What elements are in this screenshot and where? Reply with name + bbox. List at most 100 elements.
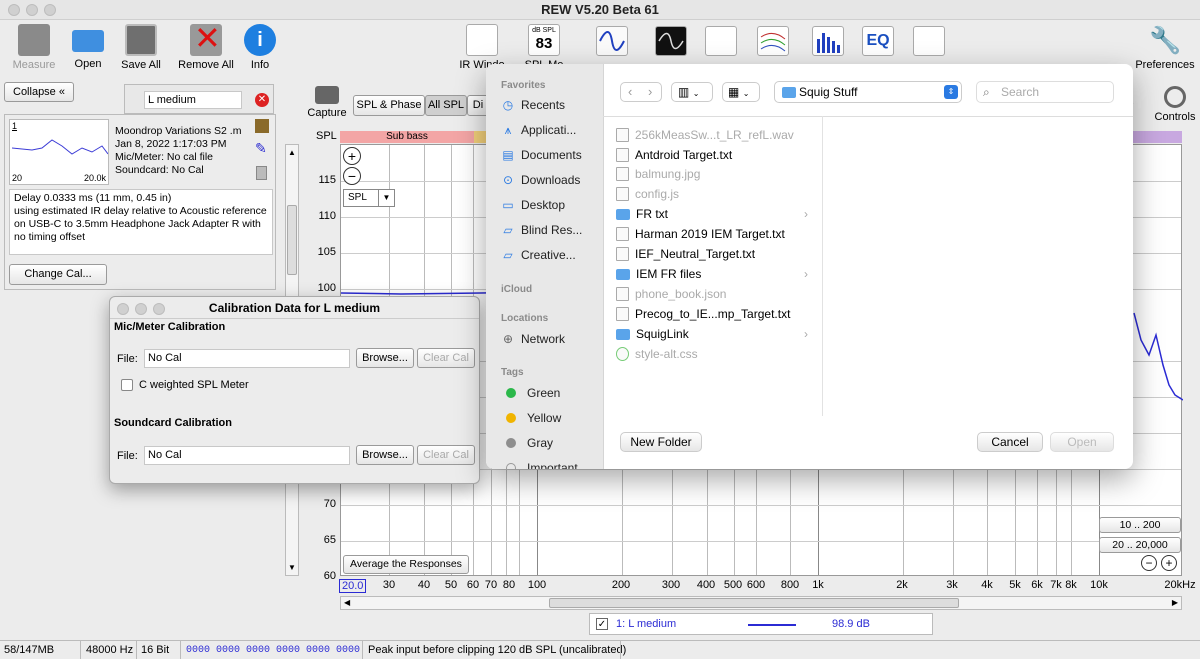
tag-gray[interactable]: Gray [506,436,553,450]
group-button[interactable]: ▦ ⌄ [722,82,760,102]
file-row[interactable]: balmung.jpg [616,165,816,183]
open-file-button[interactable]: Open [1050,432,1114,452]
sc-browse-button[interactable]: Browse... [356,445,414,465]
mic-browse-button[interactable]: Browse... [356,348,414,368]
back-forward-buttons[interactable]: ‹ › [620,82,662,102]
scroll-thumb[interactable] [287,205,297,275]
eq-icon[interactable]: EQ [862,26,894,56]
delete-measurement-icon[interactable]: ✕ [255,93,269,107]
notes-page-icon[interactable] [256,166,267,180]
capture-button[interactable]: Capture [306,86,348,119]
h-scroll-thumb[interactable] [549,598,959,608]
sidebar-item-creative[interactable]: ▱ Creative... [501,248,575,262]
sub-bass-band: Sub bass [340,131,474,143]
file-row[interactable]: IEF_Neutral_Target.txt [616,245,816,263]
edit-color-icon[interactable] [255,119,269,133]
sc-cal-file-field[interactable]: No Cal [144,446,350,465]
generator-icon[interactable] [596,26,628,56]
measurement-name-field[interactable]: L medium [144,91,242,109]
new-folder-button[interactable]: New Folder [620,432,702,452]
chevron-down-icon: ▼ [378,190,394,206]
file-row[interactable]: phone_book.json [616,285,816,303]
sidebar-item-desktop[interactable]: ▭ Desktop [501,198,565,212]
x-tick: 10k [1090,579,1108,591]
sidebar-item-documents[interactable]: ▤ Documents [501,148,581,162]
dialog-close-button[interactable] [117,303,129,315]
x-tick: 4k [981,579,993,591]
c-weighted-checkbox[interactable] [121,379,133,391]
x-tick: 3k [946,579,958,591]
legend-checkbox[interactable]: ✓ [596,618,608,630]
zoom-out-x-icon[interactable]: − [1141,555,1157,571]
scroll-right-icon[interactable]: ▶ [1172,598,1178,607]
remove-all-button[interactable]: ✕ Remove All [176,20,236,71]
floppy-disk-icon [125,24,157,56]
sc-clear-cal-button[interactable]: Clear Cal [417,445,475,465]
range-20-20000-button[interactable]: 20 .. 20,000 [1099,537,1181,553]
tab-all-spl[interactable]: All SPL [425,95,467,116]
forward-icon[interactable]: › [648,83,652,101]
file-row[interactable]: Antdroid Target.txt [616,146,816,164]
pencil-icon[interactable]: ✎ [255,141,269,155]
file-row[interactable]: Precog_to_IE...mp_Target.txt [616,305,816,323]
back-icon[interactable]: ‹ [628,83,632,101]
sidebar-item-recents[interactable]: ◷ Recents [501,98,565,112]
measure-button[interactable]: Measure [4,24,64,71]
save-all-button[interactable]: Save All [111,24,171,71]
measurement-thumbnail[interactable]: 1 20 20.0k [9,119,109,185]
file-row[interactable]: 256kMeasSw...t_LR_refL.wav [616,126,816,144]
zoom-window-button[interactable] [44,4,56,16]
file-row[interactable]: Harman 2019 IEM Target.txt [616,225,816,243]
zoom-out-icon[interactable]: − [343,167,361,185]
legend-value: 98.9 dB [832,618,870,630]
scope-icon[interactable] [655,26,687,56]
dialog-minimize-button[interactable] [135,303,147,315]
minimize-window-button[interactable] [26,4,38,16]
mic-clear-cal-button[interactable]: Clear Cal [417,348,475,368]
tag-green[interactable]: Green [506,386,560,400]
close-window-button[interactable] [8,4,20,16]
range-10-200-button[interactable]: 10 .. 200 [1099,517,1181,533]
folder-row[interactable]: SquigLink › [616,325,816,343]
average-responses-button[interactable]: Average the Responses [343,555,469,574]
spl-select[interactable]: SPL ▼ [343,189,395,207]
overlays-icon[interactable] [757,26,789,56]
sidebar-item-applications[interactable]: ⩚ Applicati... [501,123,577,137]
zoom-in-icon[interactable]: + [343,147,361,165]
cancel-button[interactable]: Cancel [977,432,1043,452]
sidebar-item-downloads[interactable]: ⊙ Downloads [501,173,580,187]
info-button[interactable]: i Info [230,24,290,71]
scroll-up-icon[interactable]: ▲ [288,148,296,157]
css-file-icon [616,347,629,361]
sidebar-item-network[interactable]: ⊕ Network [501,332,565,346]
search-input[interactable]: ⌕ Search [976,81,1114,103]
folder-row[interactable]: FR txt › [616,205,816,223]
graph-horizontal-scrollbar[interactable]: ◀ ▶ [340,596,1182,610]
preferences-button[interactable]: 🔧 Preferences [1132,24,1198,71]
change-cal-button[interactable]: Change Cal... [9,264,107,285]
tag-yellow[interactable]: Yellow [506,411,561,425]
tab-spl-phase[interactable]: SPL & Phase [353,95,425,116]
controls-button[interactable]: Controls [1152,86,1198,123]
scroll-left-icon[interactable]: ◀ [344,598,350,607]
room-sim-icon[interactable] [913,26,945,56]
folder-path-select[interactable]: Squig Stuff ⇕ [774,81,962,103]
x-tick: 30 [382,579,396,591]
tag-important[interactable]: Important [506,461,578,469]
file-row[interactable]: config.js [616,185,816,203]
file-row[interactable]: style-alt.css [616,345,816,363]
x-tick[interactable]: 20.0 [339,579,367,593]
measurement-notes[interactable]: Delay 0.0333 ms (11 mm, 0.45 in) using e… [9,189,273,255]
rta-icon[interactable] [812,26,844,56]
x-tick: 1k [812,579,824,591]
collapse-button[interactable]: Collapse « [4,82,74,102]
level-meters-icon[interactable] [705,26,737,56]
view-mode-button[interactable]: ▥ ⌄ [671,82,713,102]
mic-cal-file-field[interactable]: No Cal [144,349,350,368]
folder-row[interactable]: IEM FR files › [616,265,816,283]
zoom-in-x-icon[interactable]: + [1161,555,1177,571]
sidebar-item-blind-res[interactable]: ▱ Blind Res... [501,223,582,237]
dialog-zoom-button[interactable] [153,303,165,315]
open-button[interactable]: Open [58,24,118,70]
scroll-down-icon[interactable]: ▼ [288,563,296,572]
